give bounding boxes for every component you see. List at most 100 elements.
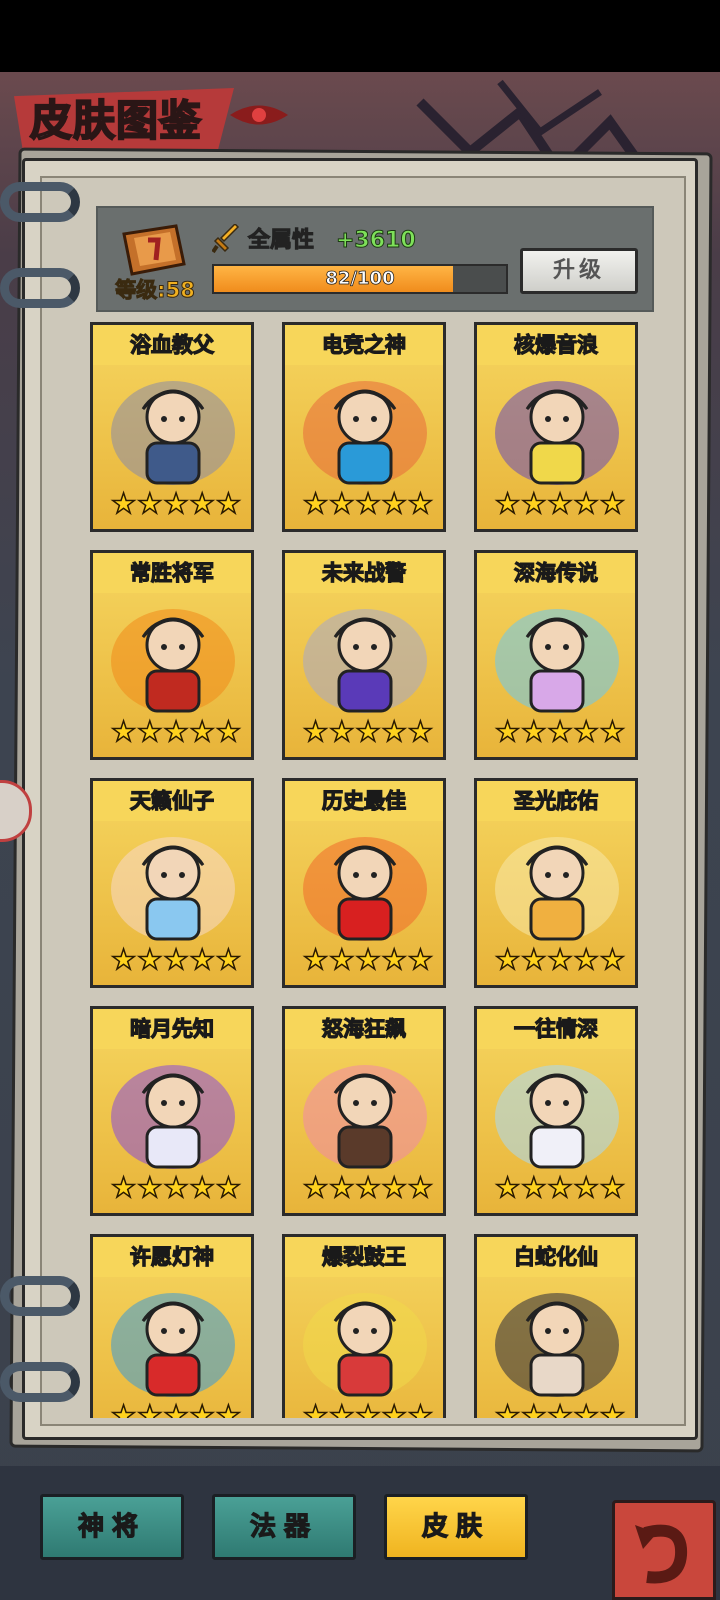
binder-ring-icon [0,268,80,308]
skin-name: 白蛇化仙 [513,1244,598,1269]
skin-card[interactable]: 常胜将军 ★ ★ ★ ★ ★ [90,550,254,760]
star-icon: ★ [547,1399,574,1418]
attribute-value: +3610 [336,228,417,254]
star-icon: ★ [573,943,600,976]
skin-portrait-icon [303,609,427,713]
star-icon: ★ [163,1171,190,1204]
skin-portrait-icon [111,1293,235,1397]
page-title: 皮肤图鉴 [29,95,203,146]
star-icon: ★ [163,487,190,520]
star-rating: ★ ★ ★ ★ ★ [494,715,625,749]
skin-card[interactable]: 电竞之神 ★ ★ ★ ★ ★ [282,322,446,532]
star-icon: ★ [573,715,600,748]
star-icon: ★ [328,1171,355,1204]
skin-card[interactable]: 一往情深 ★ ★ ★ ★ ★ [474,1006,638,1216]
star-icon: ★ [163,943,190,976]
skin-card[interactable]: 暗月先知 ★ ★ ★ ★ ★ [90,1006,254,1216]
star-rating: ★ ★ ★ ★ ★ [110,487,241,521]
star-icon: ★ [381,1399,408,1418]
skin-portrait-icon [495,381,619,485]
star-icon: ★ [520,487,547,520]
star-icon: ★ [599,943,626,976]
star-icon: ★ [520,1399,547,1418]
skin-card[interactable]: 天籁仙子 ★ ★ ★ ★ ★ [90,778,254,988]
star-icon: ★ [163,1399,190,1418]
skin-portrait-icon [495,1065,619,1169]
star-rating: ★ ★ ★ ★ ★ [494,1171,626,1205]
star-icon: ★ [110,943,137,976]
upgrade-button[interactable]: 升级 [520,248,638,294]
star-icon: ★ [328,715,355,748]
skin-card[interactable]: 圣光庇佑 ★ ★ ★ ★ ★ [474,778,638,988]
star-rating: ★ ★ ★ ★ ★ [494,1399,625,1418]
skin-name: 深海传说 [513,560,598,585]
star-icon: ★ [136,715,163,748]
skin-portrait-icon [111,837,235,941]
tab-heroes[interactable]: 神将 [40,1494,184,1560]
skin-portrait-icon [111,1065,235,1169]
star-icon: ★ [494,1399,521,1418]
star-icon: ★ [599,1171,626,1204]
skin-portrait-icon [495,1293,619,1397]
scroll-badge-icon [122,224,186,276]
eye-decoration-icon [230,105,288,125]
star-icon: ★ [328,1399,355,1418]
star-icon: ★ [547,1171,574,1204]
star-icon: ★ [302,1399,329,1418]
skin-portrait-icon [303,837,427,941]
star-icon: ★ [407,715,434,748]
star-icon: ★ [110,1171,137,1204]
skin-name: 一往情深 [513,1016,598,1041]
level-progress-bar: 82/100 [212,264,508,294]
tab-artifacts[interactable]: 法器 [212,1494,356,1560]
star-icon: ★ [494,943,521,976]
skin-name: 电竞之神 [321,332,406,357]
skin-card[interactable]: 未来战警 ★ ★ ★ ★ ★ [282,550,446,760]
star-icon: ★ [215,715,242,748]
skin-portrait-icon [111,381,235,485]
star-icon: ★ [407,487,434,520]
binder-ring-icon [0,1362,80,1402]
star-icon: ★ [547,487,574,520]
star-icon: ★ [136,487,163,520]
skin-card[interactable]: 历史最佳 ★ ★ ★ ★ ★ [282,778,446,988]
star-rating: ★ ★ ★ ★ ★ [302,1399,433,1418]
skin-name: 怒海狂飙 [321,1016,406,1041]
skin-card[interactable]: 深海传说 ★ ★ ★ ★ ★ [474,550,638,760]
star-icon: ★ [189,715,216,748]
star-rating: ★ ★ ★ ★ ★ [302,487,434,521]
skin-card[interactable]: 怒海狂飙 ★ ★ ★ ★ ★ [282,1006,446,1216]
star-rating: ★ ★ ★ ★ ★ [110,715,242,749]
star-icon: ★ [302,487,329,520]
skin-card[interactable]: 核爆音浪 ★ ★ ★ ★ ★ [474,322,638,532]
star-icon: ★ [494,1171,521,1204]
star-icon: ★ [163,715,190,748]
back-button[interactable] [612,1500,716,1600]
star-icon: ★ [136,943,163,976]
star-icon: ★ [494,715,521,748]
star-icon: ★ [520,1171,547,1204]
star-icon: ★ [189,1399,216,1418]
binder-ring-icon [0,1276,80,1316]
star-icon: ★ [520,943,547,976]
skin-card[interactable]: 爆裂鼓王 ★ ★ ★ ★ ★ [282,1234,446,1418]
skin-name: 核爆音浪 [513,332,598,357]
level-label: 等级:58 [115,278,196,303]
tab-skins[interactable]: 皮肤 [384,1494,528,1560]
progress-text: 82/100 [325,268,395,290]
star-icon: ★ [215,1399,242,1418]
star-rating: ★ ★ ★ ★ ★ [110,1171,241,1205]
skin-card[interactable]: 浴血教父 ★ ★ ★ ★ ★ [90,322,254,532]
star-icon: ★ [547,715,574,748]
attribute-label: 全属性 [248,228,315,254]
star-icon: ★ [302,1171,329,1204]
status-bar [0,0,720,72]
skin-card[interactable]: 白蛇化仙 ★ ★ ★ ★ ★ [474,1234,638,1418]
sword-icon [212,224,240,254]
star-icon: ★ [110,715,137,748]
star-icon: ★ [189,943,216,976]
star-icon: ★ [355,715,382,748]
skin-name: 常胜将军 [129,560,214,585]
skin-portrait-icon [495,609,619,713]
skin-card[interactable]: 许愿灯神 ★ ★ ★ ★ ★ [90,1234,254,1418]
